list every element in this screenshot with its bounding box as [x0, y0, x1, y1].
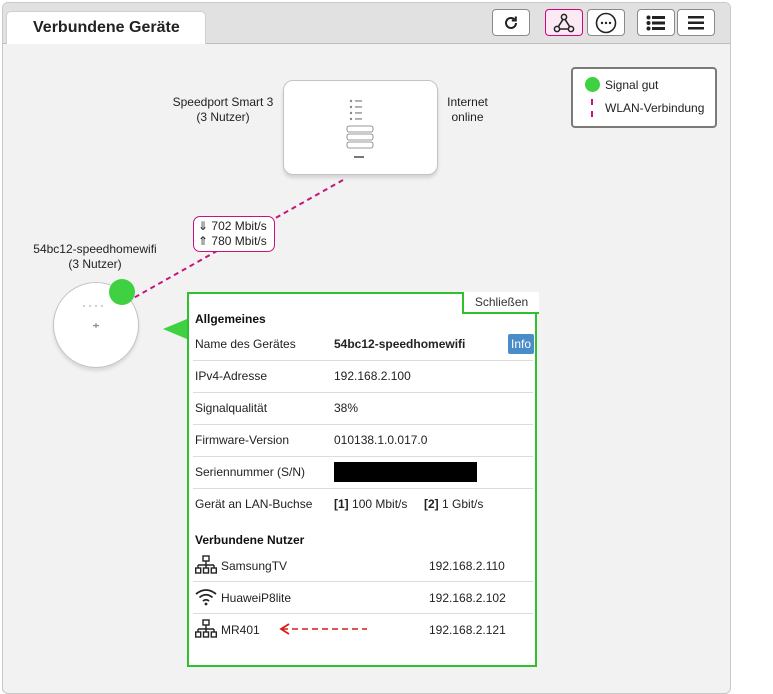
lan-icon: [195, 619, 217, 638]
detail-value: 192.168.2.100: [334, 369, 411, 383]
arrow-annotation-icon: [279, 623, 367, 635]
detail-value: 010138.1.0.017.0: [334, 433, 428, 447]
repeater-name: 54bc12-speedhomewifi: [33, 242, 157, 256]
internet-status-line2: online: [451, 110, 484, 124]
user-ip: 192.168.2.102: [429, 591, 506, 605]
router-device[interactable]: [283, 80, 438, 175]
router-icon: [346, 99, 374, 158]
router-name: Speedport Smart 3: [172, 95, 274, 109]
device-details-popover: Schließen Allgemeines Name des Gerätes 5…: [187, 292, 539, 667]
detail-key: Firmware-Version: [195, 433, 290, 447]
user-name: SamsungTV: [221, 559, 288, 573]
detail-row-device-name: Name des Gerätes 54bc12-speedhomewifi In…: [193, 328, 534, 361]
user-ip: 192.168.2.110: [429, 559, 505, 573]
list-item[interactable]: SamsungTV 192.168.2.110: [193, 550, 533, 582]
repeater-users: (3 Nutzer): [68, 257, 122, 271]
detail-row-firmware: Firmware-Version 010138.1.0.017.0: [193, 424, 533, 457]
detail-value: 38%: [334, 401, 359, 415]
user-ip: 192.168.2.121: [429, 623, 506, 637]
connected-users-title: Verbundene Nutzer: [195, 533, 305, 547]
detail-row-ipv4: IPv4-Adresse 192.168.2.100: [193, 360, 533, 393]
popover-pointer: [163, 319, 187, 339]
signal-status-icon: [109, 279, 135, 305]
general-section-title: Allgemeines: [195, 312, 266, 326]
lan-port-1-speed: 100 Mbit/s: [352, 497, 408, 511]
upload-speed: ⇑ 780 Mbit/s: [198, 234, 267, 248]
wifi-icon: [195, 589, 217, 606]
close-button[interactable]: Schließen: [462, 292, 539, 314]
internet-status: Internet online: [440, 95, 495, 125]
detail-key: Signalqualität: [195, 401, 268, 415]
detail-key: Name des Gerätes: [195, 337, 296, 351]
lan-icon: [195, 555, 217, 574]
detail-key: Seriennummer (S/N): [195, 465, 306, 479]
legend-signal-label: Signal gut: [605, 78, 659, 92]
detail-row-signal: Signalqualität 38%: [193, 392, 533, 425]
signal-good-icon: [585, 77, 600, 92]
user-name: MR401: [221, 623, 260, 637]
link-speed-badge: ⇓ 702 Mbit/s ⇑ 780 Mbit/s: [193, 216, 275, 252]
legend-wlan-label: WLAN-Verbindung: [605, 101, 705, 115]
list-item[interactable]: MR401 192.168.2.121: [193, 614, 533, 645]
detail-row-lan-port: Gerät an LAN-Buchse [1] 100 Mbit/s [2] 1…: [193, 488, 533, 520]
repeater-label: 54bc12-speedhomewifi (3 Nutzer): [20, 242, 170, 272]
detail-value: 54bc12-speedhomewifi: [334, 337, 466, 351]
info-button[interactable]: Info: [508, 334, 534, 354]
detail-key: IPv4-Adresse: [195, 369, 268, 383]
internet-status-line1: Internet: [447, 95, 488, 109]
lan-port-2-number: [2]: [424, 497, 439, 511]
detail-row-serial: Seriennummer (S/N): [193, 456, 533, 489]
lan-port-1: [1] 100 Mbit/s: [334, 497, 407, 511]
legend: Signal gut WLAN-Verbindung: [571, 67, 717, 128]
lan-port-1-number: [1]: [334, 497, 349, 511]
list-item[interactable]: HuaweiP8lite 192.168.2.102: [193, 582, 533, 614]
user-name: HuaweiP8lite: [221, 591, 292, 605]
router-users: (3 Nutzer): [196, 110, 250, 124]
router-label: Speedport Smart 3 (3 Nutzer): [158, 95, 288, 125]
lan-port-2-speed: 1 Gbit/s: [442, 497, 484, 511]
detail-key: Gerät an LAN-Buchse: [195, 497, 313, 511]
wlan-line-icon: [591, 99, 593, 117]
redacted-serial: [334, 462, 477, 482]
lan-port-2: [2] 1 Gbit/s: [424, 497, 483, 511]
download-speed: ⇓ 702 Mbit/s: [198, 219, 267, 233]
